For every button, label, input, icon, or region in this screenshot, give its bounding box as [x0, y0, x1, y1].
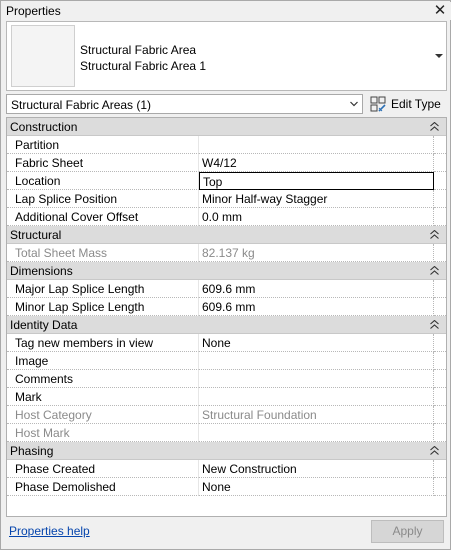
- instance-filter-dropdown[interactable]: Structural Fabric Areas (1): [6, 94, 363, 114]
- property-name: Minor Lap Splice Length: [7, 298, 199, 316]
- property-value[interactable]: [199, 370, 434, 388]
- row-gutter: [434, 352, 446, 370]
- property-name: Partition: [7, 136, 199, 154]
- property-row[interactable]: Mark: [7, 388, 446, 406]
- row-gutter: [434, 172, 446, 190]
- property-row: Host Mark: [7, 424, 446, 442]
- property-row[interactable]: Partition: [7, 136, 446, 154]
- row-gutter: [434, 154, 446, 172]
- collapse-icon[interactable]: [430, 266, 439, 275]
- row-gutter: [434, 280, 446, 298]
- group-label: Identity Data: [10, 318, 78, 332]
- row-gutter: [434, 406, 446, 424]
- group-header-phasing[interactable]: Phasing: [7, 442, 446, 460]
- property-value[interactable]: 609.6 mm: [199, 280, 434, 298]
- group-header-construction[interactable]: Construction: [7, 118, 446, 136]
- property-name: Total Sheet Mass: [7, 244, 199, 262]
- edit-type-button[interactable]: Edit Type: [367, 93, 447, 115]
- type-name: Structural Fabric Area 1: [80, 59, 207, 73]
- property-value[interactable]: [199, 136, 434, 154]
- property-value: [199, 424, 434, 442]
- property-row[interactable]: Additional Cover Offset 0.0 mm: [7, 208, 446, 226]
- group-header-dimensions[interactable]: Dimensions: [7, 262, 446, 280]
- property-row[interactable]: Phase Demolished None: [7, 478, 446, 496]
- chevron-down-icon: [350, 101, 358, 107]
- property-row[interactable]: Image: [7, 352, 446, 370]
- property-name: Comments: [7, 370, 199, 388]
- property-name: Phase Created: [7, 460, 199, 478]
- property-value[interactable]: W4/12: [199, 154, 434, 172]
- row-gutter: [434, 190, 446, 208]
- type-preview-image: [11, 25, 75, 87]
- property-row: Total Sheet Mass 82.137 kg: [7, 244, 446, 262]
- property-row[interactable]: Comments: [7, 370, 446, 388]
- property-name: Host Category: [7, 406, 199, 424]
- apply-button[interactable]: Apply: [371, 520, 444, 543]
- property-value[interactable]: 0.0 mm: [199, 208, 434, 226]
- row-gutter: [434, 388, 446, 406]
- row-gutter: [434, 334, 446, 352]
- type-selector[interactable]: Structural Fabric Area Structural Fabric…: [6, 21, 447, 91]
- collapse-icon[interactable]: [430, 230, 439, 239]
- row-gutter: [434, 460, 446, 478]
- row-gutter: [434, 370, 446, 388]
- collapse-icon[interactable]: [430, 320, 439, 329]
- property-value-input[interactable]: Top: [199, 172, 434, 190]
- row-gutter: [434, 244, 446, 262]
- property-name: Lap Splice Position: [7, 190, 199, 208]
- type-family-name: Structural Fabric Area: [80, 43, 197, 57]
- row-gutter: [434, 208, 446, 226]
- property-row[interactable]: Lap Splice Position Minor Half-way Stagge…: [7, 190, 446, 208]
- dropdown-arrow-icon[interactable]: [432, 22, 446, 90]
- property-name: Tag new members in view: [7, 334, 199, 352]
- property-row[interactable]: Major Lap Splice Length 609.6 mm: [7, 280, 446, 298]
- property-value[interactable]: None: [199, 334, 434, 352]
- property-name: Image: [7, 352, 199, 370]
- property-row[interactable]: Minor Lap Splice Length 609.6 mm: [7, 298, 446, 316]
- property-value[interactable]: [199, 352, 434, 370]
- group-label: Structural: [10, 228, 62, 242]
- row-gutter: [434, 136, 446, 154]
- edit-type-label: Edit Type: [391, 97, 441, 111]
- close-icon[interactable]: ✕: [433, 3, 447, 18]
- property-value[interactable]: None: [199, 478, 434, 496]
- row-gutter: [434, 298, 446, 316]
- property-value[interactable]: [199, 388, 434, 406]
- property-value: Structural Foundation: [199, 406, 434, 424]
- property-name: Additional Cover Offset: [7, 208, 199, 226]
- title-bar[interactable]: Properties ✕: [2, 2, 451, 20]
- group-label: Construction: [10, 120, 78, 134]
- group-header-identity-data[interactable]: Identity Data: [7, 316, 446, 334]
- property-name: Major Lap Splice Length: [7, 280, 199, 298]
- edit-type-icon: [370, 96, 386, 112]
- property-name: Location: [7, 172, 199, 190]
- property-value[interactable]: Minor Half-way Stagger: [199, 190, 434, 208]
- property-name: Host Mark: [7, 424, 199, 442]
- group-label: Dimensions: [10, 264, 73, 278]
- properties-palette: Properties ✕ Structural Fabric Area Stru…: [0, 0, 451, 550]
- row-gutter: [434, 424, 446, 442]
- property-value: 82.137 kg: [199, 244, 434, 262]
- property-value[interactable]: 609.6 mm: [199, 298, 434, 316]
- property-row[interactable]: Tag new members in view None: [7, 334, 446, 352]
- property-name: Phase Demolished: [7, 478, 199, 496]
- property-row[interactable]: Location Top: [7, 172, 446, 190]
- property-row[interactable]: Fabric Sheet W4/12: [7, 154, 446, 172]
- property-name: Mark: [7, 388, 199, 406]
- group-label: Phasing: [10, 444, 54, 458]
- property-row: Host Category Structural Foundation: [7, 406, 446, 424]
- group-header-structural[interactable]: Structural: [7, 226, 446, 244]
- collapse-icon[interactable]: [430, 446, 439, 455]
- property-value[interactable]: New Construction: [199, 460, 434, 478]
- property-name: Fabric Sheet: [7, 154, 199, 172]
- instance-filter-label: Structural Fabric Areas (1): [11, 98, 152, 112]
- collapse-icon[interactable]: [430, 122, 439, 131]
- palette-title: Properties: [6, 4, 61, 18]
- row-gutter: [434, 478, 446, 496]
- properties-grid-body: Construction Partition Fabric Sheet W4/12 Lo…: [7, 118, 446, 496]
- properties-help-link[interactable]: Properties help: [9, 524, 90, 538]
- properties-grid: Construction Partition Fabric Sheet W4/12 Lo…: [6, 117, 447, 517]
- property-row[interactable]: Phase Created New Construction: [7, 460, 446, 478]
